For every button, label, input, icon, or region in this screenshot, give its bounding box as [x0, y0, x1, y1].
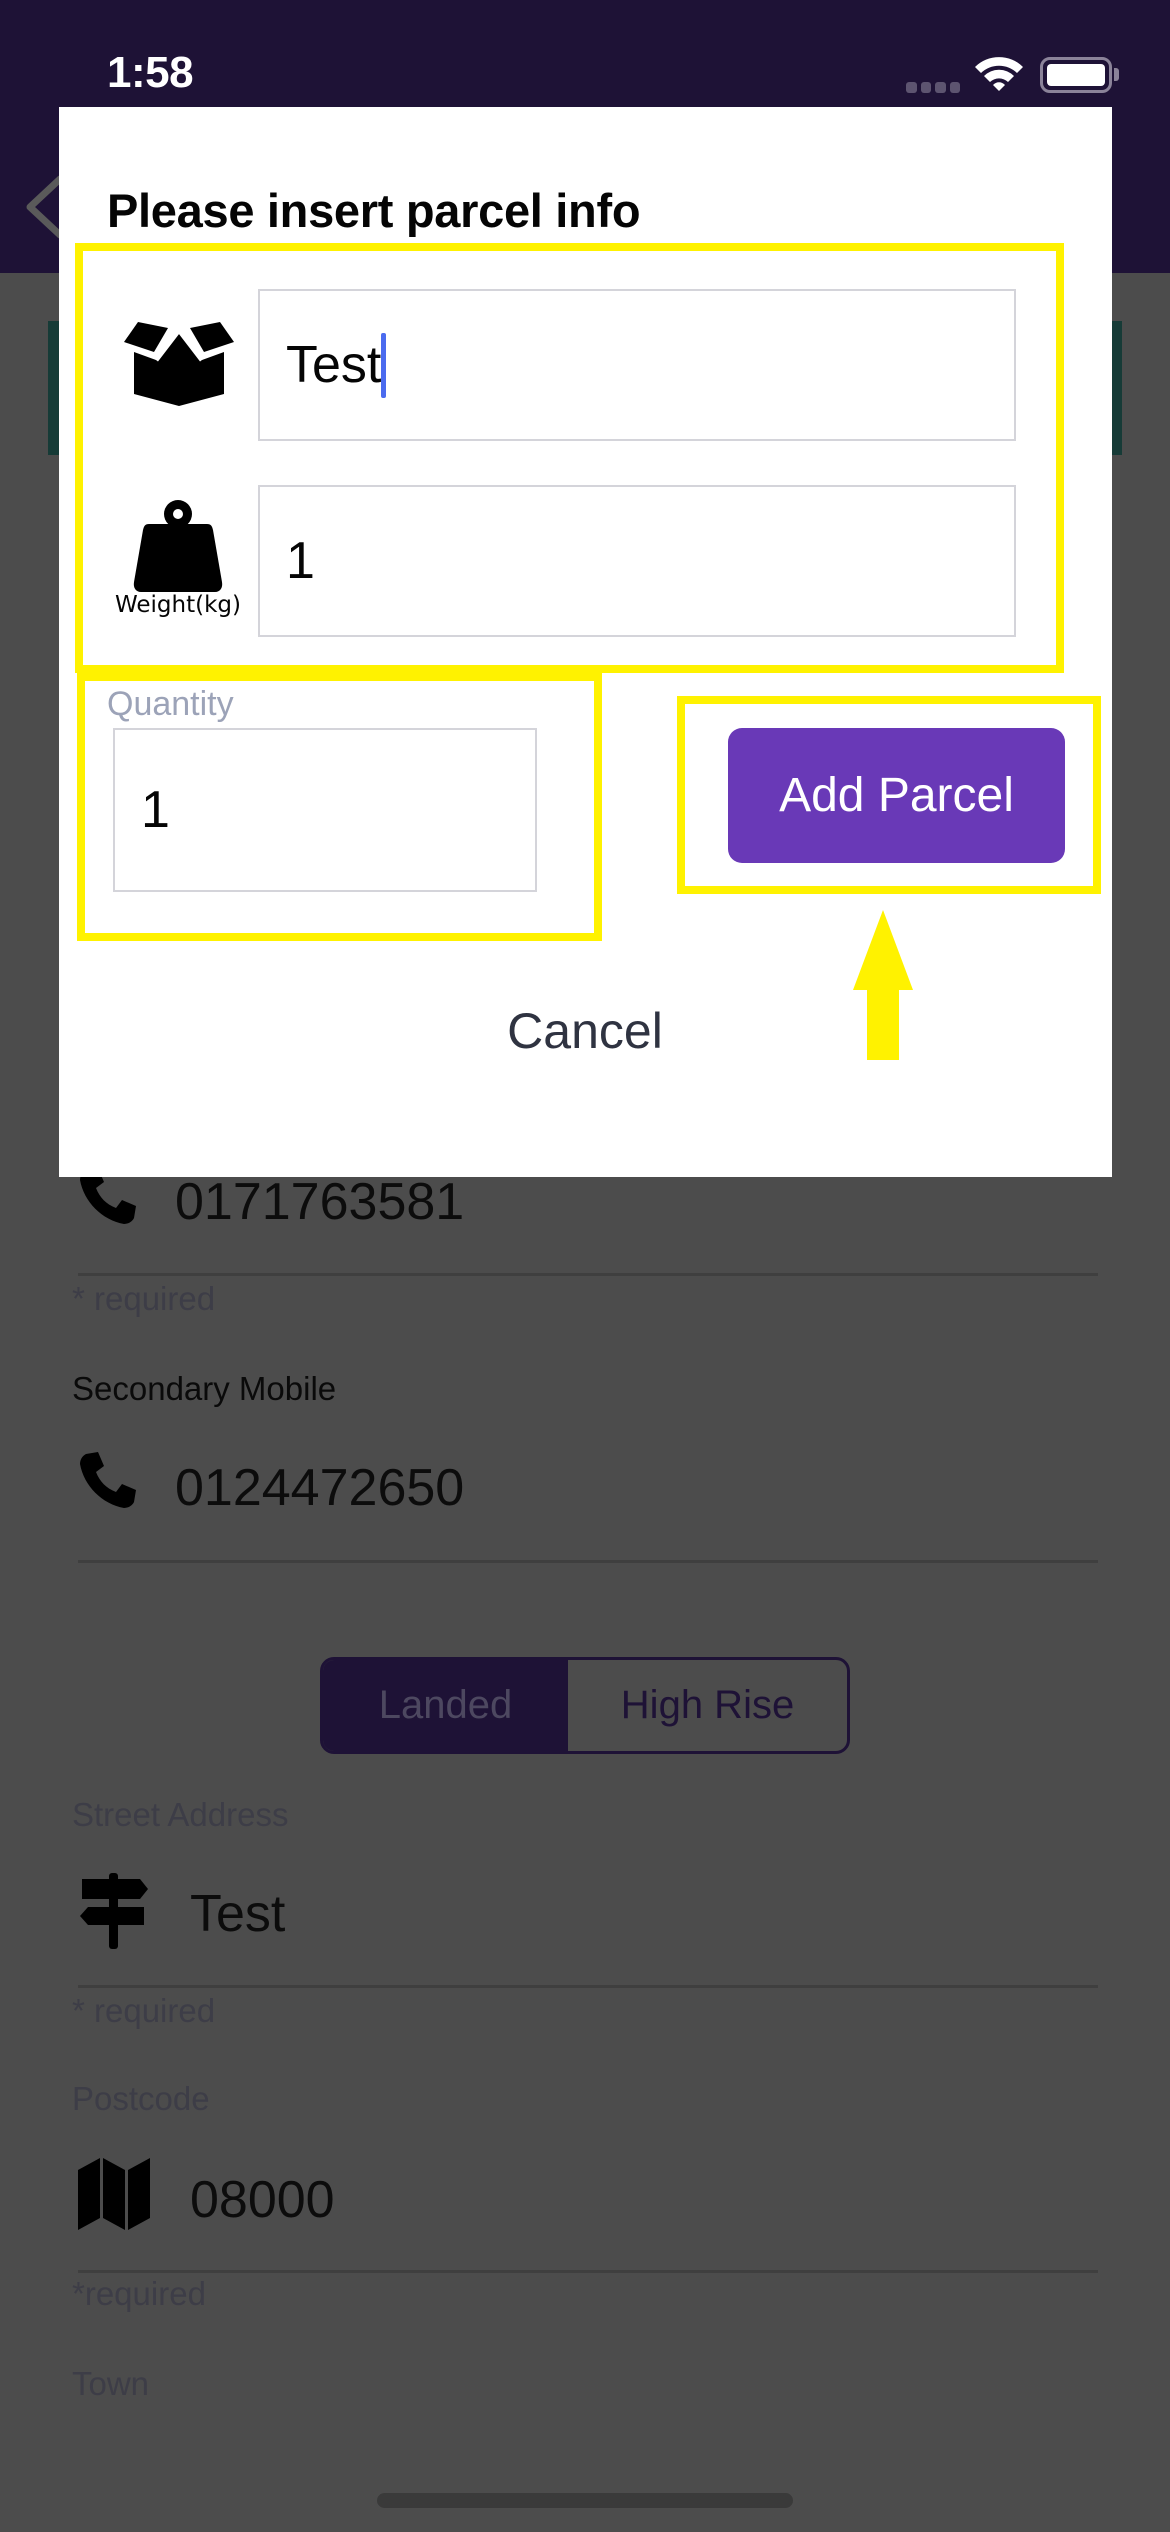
highlight-quantity: [77, 673, 602, 941]
street-address-hint: * required: [72, 1992, 216, 2029]
secondary-mobile-value[interactable]: 0124472650: [175, 1458, 464, 1518]
segment-landed[interactable]: Landed: [323, 1660, 568, 1751]
building-type-segmented-control: Landed High Rise: [320, 1657, 850, 1754]
phone-icon: [80, 1452, 136, 1508]
divider: [78, 1985, 1098, 1988]
arrow-up-icon: [853, 910, 913, 1060]
postcode-value[interactable]: 08000: [190, 2170, 335, 2230]
divider: [78, 1560, 1098, 1563]
status-time: 1:58: [107, 48, 194, 97]
wifi-icon: [975, 57, 1023, 91]
primary-mobile-value[interactable]: 0171763581: [175, 1172, 464, 1232]
map-icon: [78, 2158, 150, 2230]
street-address-value[interactable]: Test: [190, 1884, 285, 1944]
divider: [78, 1273, 1098, 1276]
postcode-label: Postcode: [72, 2080, 210, 2117]
highlight-parcel-fields: [75, 243, 1064, 673]
modal-title: Please insert parcel info: [107, 184, 641, 237]
signal-dots-icon: [906, 82, 960, 93]
battery-icon: [1040, 57, 1112, 93]
highlight-add-parcel: [677, 696, 1101, 894]
divider: [78, 2270, 1098, 2273]
secondary-mobile-label: Secondary Mobile: [72, 1370, 337, 1407]
postcode-hint: *required: [72, 2275, 206, 2312]
home-indicator: [377, 2493, 793, 2508]
segment-high-rise[interactable]: High Rise: [568, 1660, 847, 1751]
chevron-left-icon[interactable]: [24, 175, 64, 239]
street-address-label: Street Address: [72, 1796, 289, 1833]
primary-mobile-hint: * required: [72, 1280, 216, 1317]
battery-nub: [1114, 68, 1119, 81]
town-label: Town: [72, 2365, 150, 2402]
signpost-icon: [80, 1873, 148, 1949]
cancel-button[interactable]: Cancel: [480, 1002, 690, 1060]
